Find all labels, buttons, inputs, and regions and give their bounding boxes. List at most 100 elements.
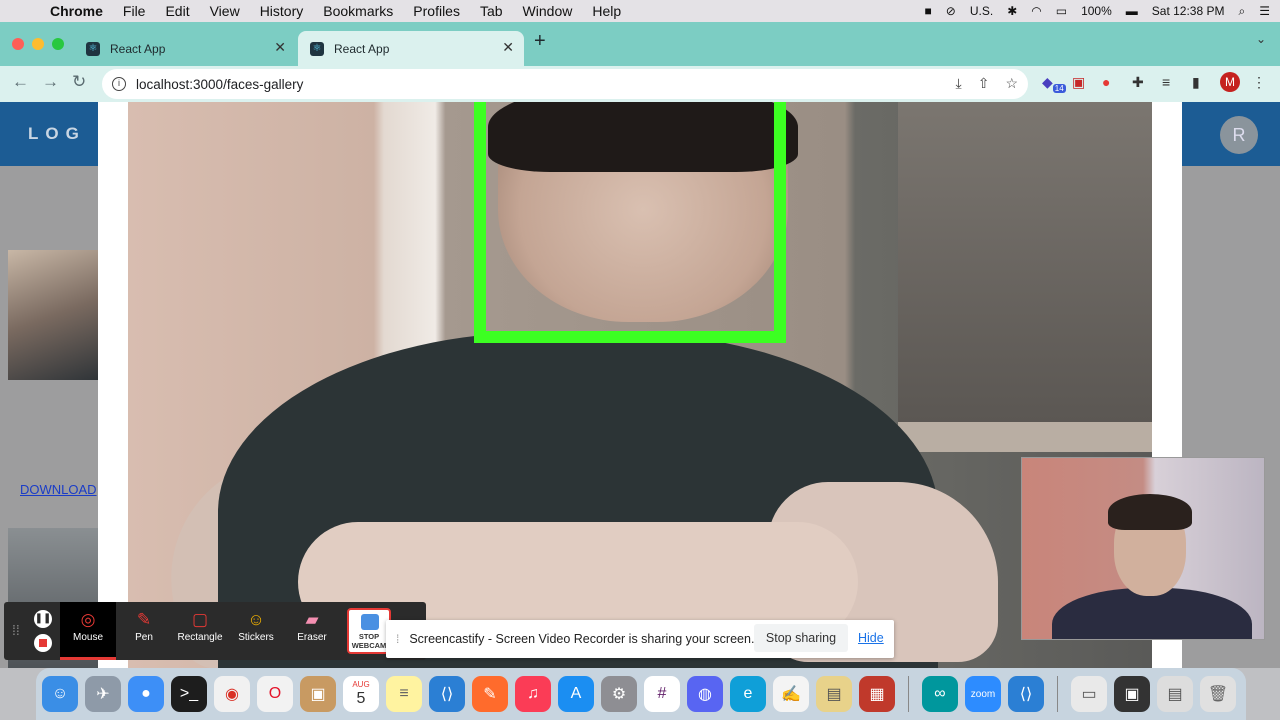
menubar-clock[interactable]: Sat 12:38 PM <box>1152 4 1225 18</box>
browser-toolbar: ← → ↻ i localhost:3000/faces-gallery ⤓ ⇧… <box>0 66 1280 102</box>
control-center-icon[interactable]: ☰ <box>1259 4 1270 18</box>
site-info-icon[interactable]: i <box>112 77 126 91</box>
document-stack-icon[interactable]: ▭ <box>1071 676 1107 712</box>
webcam-preview-overlay[interactable] <box>1021 457 1265 640</box>
new-tab-button[interactable]: + <box>534 30 546 53</box>
edge-icon[interactable]: e <box>730 676 766 712</box>
vscode-icon[interactable]: ⟨⟩ <box>429 676 465 712</box>
photo-booth-icon[interactable]: ▦ <box>859 676 895 712</box>
share-icon[interactable]: ⇧ <box>978 75 990 92</box>
drag-handle-icon[interactable]: ⁞⁞ <box>12 622 20 638</box>
hide-notification-link[interactable]: Hide <box>858 631 884 645</box>
zoom-window-button[interactable] <box>52 38 64 50</box>
notes-icon[interactable]: ≡ <box>386 676 422 712</box>
stop-webcam-button[interactable]: STOP WEBCAM <box>347 608 391 654</box>
face-detection-box <box>474 102 786 343</box>
drag-handle-icon[interactable]: ⁞ <box>396 632 399 646</box>
minimize-window-button[interactable] <box>32 38 44 50</box>
close-tab-icon[interactable]: ✕ <box>502 39 514 56</box>
menu-edit[interactable]: Edit <box>165 3 189 19</box>
install-app-icon[interactable]: ⤓ <box>956 75 962 92</box>
user-avatar[interactable]: R <box>1220 116 1258 154</box>
extension-badge-icon[interactable]: ◆ 14 <box>1042 74 1066 93</box>
music-icon[interactable]: ♫ <box>515 676 551 712</box>
menu-help[interactable]: Help <box>592 3 621 19</box>
webcam-capture-image <box>128 102 1152 668</box>
side-panel-icon[interactable]: ▮ <box>1192 74 1200 91</box>
profile-avatar[interactable]: M <box>1220 72 1240 92</box>
trash-icon[interactable]: 🗑 <box>1200 676 1236 712</box>
airplay-icon[interactable]: ▭ <box>1056 4 1067 18</box>
vscode-icon[interactable]: ⟨⟩ <box>1008 676 1044 712</box>
menu-window[interactable]: Window <box>523 3 573 19</box>
pen-tool-button[interactable]: ✎ Pen <box>116 602 172 660</box>
terminal-icon[interactable]: >_ <box>171 676 207 712</box>
battery-icon[interactable]: ▬ <box>1126 4 1138 18</box>
spotlight-search-icon[interactable]: ⌕ <box>1239 4 1246 19</box>
contacts-icon[interactable]: ▣ <box>300 676 336 712</box>
wifi-icon[interactable]: ◠ <box>1031 4 1041 18</box>
input-source-indicator[interactable]: U.S. <box>970 4 993 18</box>
chrome-icon[interactable]: ◉ <box>214 676 250 712</box>
zoom-icon[interactable]: zoom <box>965 676 1001 712</box>
address-bar[interactable]: i localhost:3000/faces-gallery ⤓ ⇧ ☆ <box>102 69 1028 99</box>
finder-icon[interactable]: ☺ <box>42 676 78 712</box>
rectangle-tool-button[interactable]: ▢ Rectangle <box>172 602 228 660</box>
arduino-icon[interactable]: ∞ <box>922 676 958 712</box>
screen-sharing-notification: ⁞ Screencastify - Screen Video Recorder … <box>386 620 894 658</box>
screencastify-extension-icon[interactable]: ● <box>1102 74 1110 90</box>
textedit-icon[interactable]: ✍ <box>773 676 809 712</box>
app-logo[interactable]: LOG <box>28 124 86 144</box>
bookmark-star-icon[interactable]: ☆ <box>1005 75 1018 92</box>
chrome-menu-icon[interactable]: ⋮ <box>1252 74 1266 91</box>
messages-icon[interactable]: ● <box>128 676 164 712</box>
pen-app-icon[interactable]: ✎ <box>472 676 508 712</box>
gallery-thumbnail[interactable] <box>8 250 100 380</box>
menu-view[interactable]: View <box>210 3 240 19</box>
url-text[interactable]: localhost:3000/faces-gallery <box>136 77 303 92</box>
pen-icon: ✎ <box>136 610 152 629</box>
menu-profiles[interactable]: Profiles <box>413 3 460 19</box>
close-window-button[interactable] <box>12 38 24 50</box>
battery-percent[interactable]: 100% <box>1081 4 1112 18</box>
tab-react-app-1[interactable]: ⚛ React App ✕ <box>74 31 296 66</box>
extensions-puzzle-icon[interactable]: ✚ <box>1132 74 1144 91</box>
slack-icon[interactable]: # <box>644 676 680 712</box>
archive-utility-icon[interactable]: ▤ <box>816 676 852 712</box>
extension-icon[interactable]: ▣ <box>1072 74 1085 91</box>
media-queue-icon[interactable]: ≡ <box>1162 74 1170 90</box>
pause-recording-button[interactable]: ❚❚ <box>34 610 52 628</box>
mouse-tool-button[interactable]: ◎ Mouse <box>60 602 116 660</box>
download-link[interactable]: DOWNLOAD <box>20 482 97 497</box>
menu-file[interactable]: File <box>123 3 146 19</box>
stop-sharing-button[interactable]: Stop sharing <box>754 624 848 652</box>
menu-bookmarks[interactable]: Bookmarks <box>323 3 393 19</box>
reload-button[interactable]: ↻ <box>72 72 86 92</box>
forward-button[interactable]: → <box>42 72 59 92</box>
rectangle-icon: ▢ <box>191 610 209 629</box>
menu-tab[interactable]: Tab <box>480 3 503 19</box>
do-not-disturb-icon[interactable]: ⊘ <box>946 4 956 18</box>
stickers-tool-button[interactable]: ☺ Stickers <box>228 602 284 660</box>
react-favicon-icon: ⚛ <box>86 41 100 56</box>
discord-icon[interactable]: ◍ <box>687 676 723 712</box>
screen-record-icon[interactable]: ■ <box>925 4 932 18</box>
stop-recording-button[interactable] <box>34 634 52 652</box>
system-preferences-icon[interactable]: ⚙ <box>601 676 637 712</box>
app-store-icon[interactable]: A <box>558 676 594 712</box>
bluetooth-icon[interactable]: ✱ <box>1007 4 1017 18</box>
downloads-stack-icon[interactable]: ▤ <box>1157 676 1193 712</box>
screenshot-stack-icon[interactable]: ▣ <box>1114 676 1150 712</box>
opera-icon[interactable]: O <box>257 676 293 712</box>
extension-count: 14 <box>1052 83 1066 93</box>
menu-app-chrome[interactable]: Chrome <box>50 3 103 19</box>
launchpad-icon[interactable]: ✈ <box>85 676 121 712</box>
eraser-tool-button[interactable]: ▰ Eraser <box>284 602 340 660</box>
calendar-icon[interactable]: AUG 5 <box>343 676 379 712</box>
close-tab-icon[interactable]: ✕ <box>274 39 286 56</box>
tab-react-app-2-active[interactable]: ⚛ React App ✕ <box>298 31 524 66</box>
back-button[interactable]: ← <box>12 72 29 92</box>
tab-search-chevron-icon[interactable]: ⌄ <box>1256 32 1266 46</box>
menu-history[interactable]: History <box>260 3 304 19</box>
background-counter <box>898 422 1152 452</box>
